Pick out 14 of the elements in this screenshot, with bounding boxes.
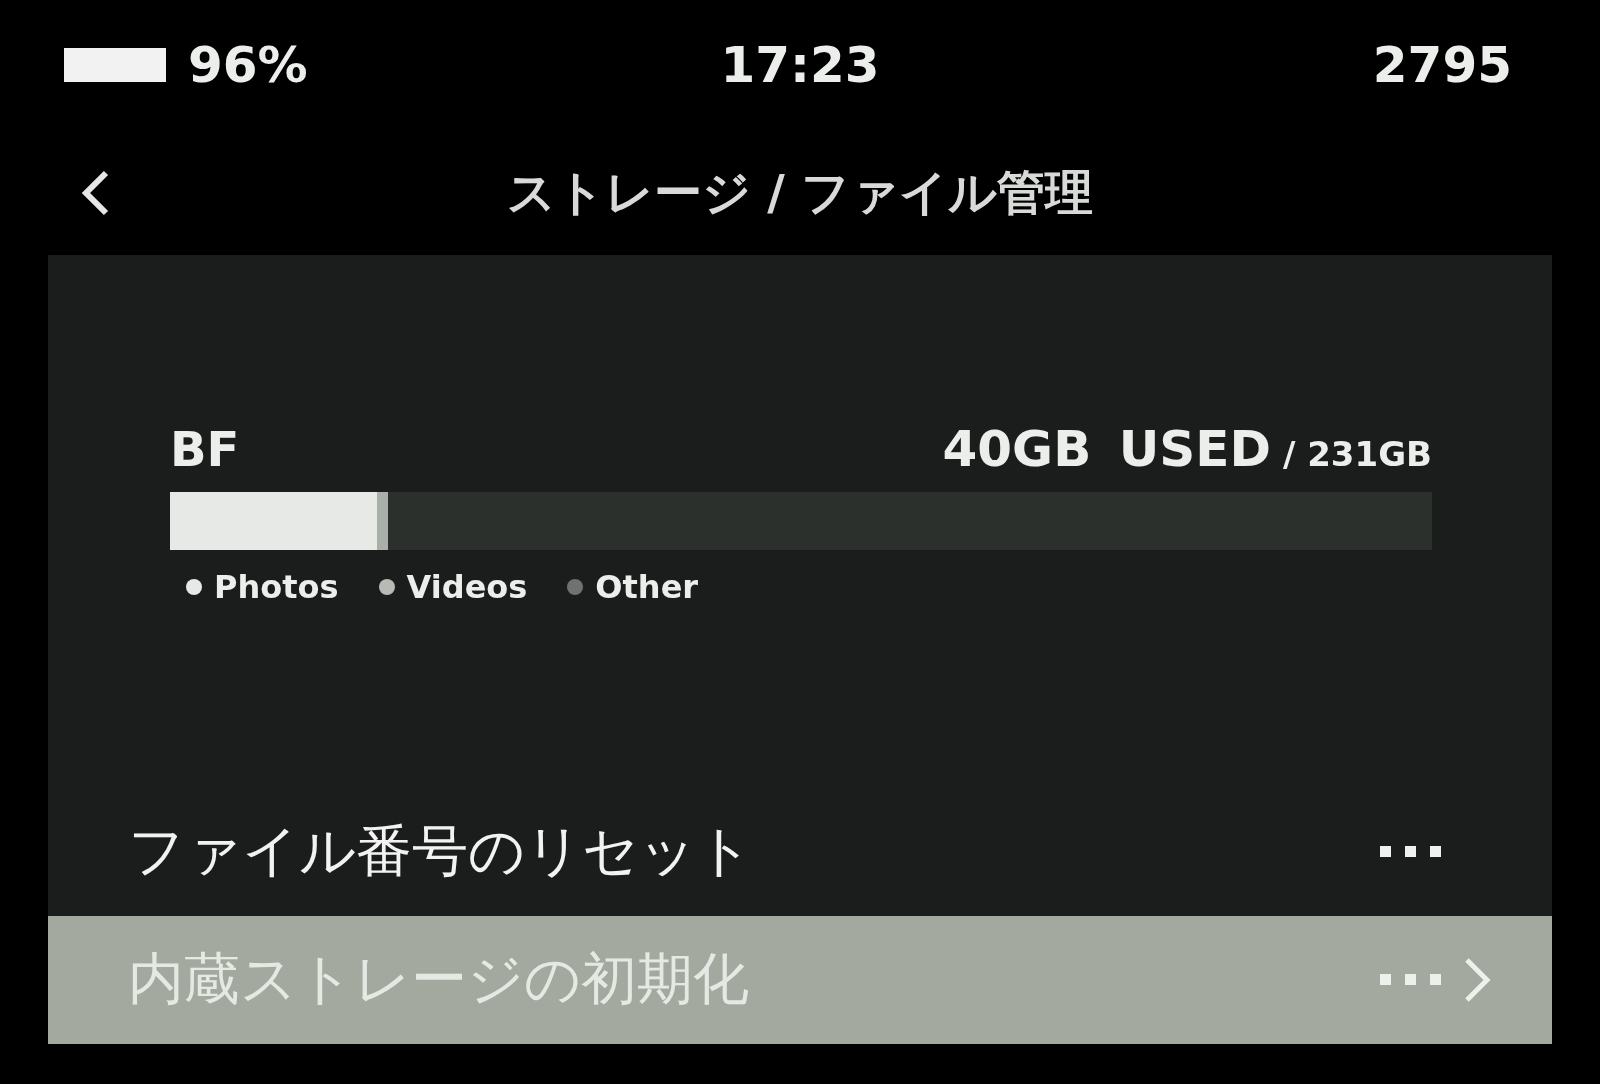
more-icon [1380,973,1442,987]
battery-percentage: 96% [188,36,308,94]
clock-time: 17:23 [720,36,880,94]
more-icon [1380,845,1442,859]
menu-item[interactable]: ファイル番号のリセット [48,788,1552,916]
legend-label: Other [595,568,699,606]
battery-icon [64,48,166,82]
used-storage: 40GB USED [942,420,1271,478]
total-storage: / 231GB [1282,434,1432,474]
legend-label: Photos [214,568,339,606]
screen-title: ストレージ / ファイル管理 [506,162,1094,222]
storage-label: BF [170,421,240,477]
shots-remaining: 2795 [1372,36,1512,94]
legend-label: Videos [406,568,528,606]
